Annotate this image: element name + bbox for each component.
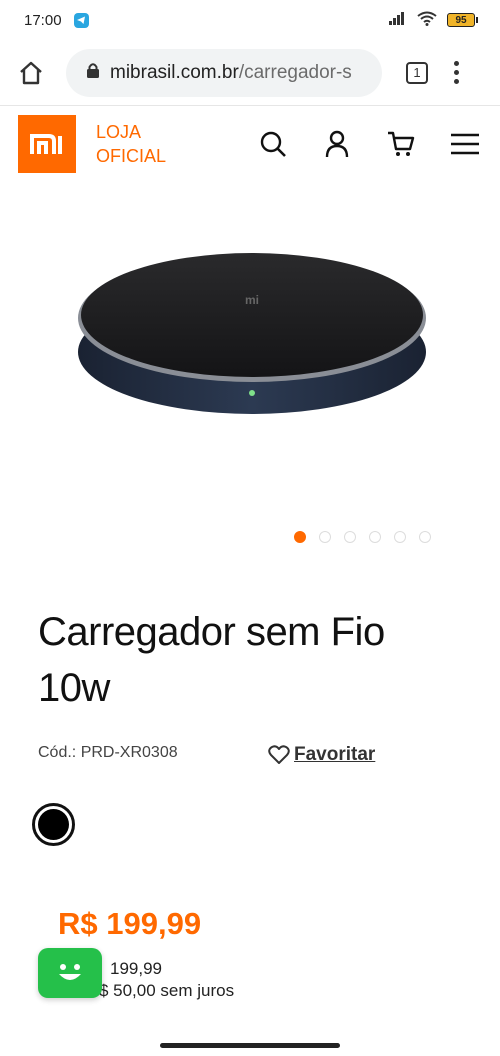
gallery-dot[interactable] — [419, 531, 431, 543]
user-icon[interactable] — [322, 129, 352, 159]
store-label: LOJA OFICIAL — [96, 122, 167, 166]
gallery-dots — [294, 531, 431, 543]
chat-face-icon — [59, 964, 81, 980]
status-time: 17:00 — [24, 11, 62, 29]
browser-menu-button[interactable] — [454, 61, 459, 84]
product-price: R$ 199,99 — [58, 906, 202, 941]
wifi-icon — [417, 11, 437, 30]
product-sku: Cód.: PRD-XR0308 — [38, 744, 178, 761]
chat-widget-button[interactable] — [38, 948, 102, 998]
mi-logo[interactable] — [18, 115, 76, 173]
status-icons: 95 — [389, 11, 478, 30]
browser-toolbar: mibrasil.com.br/carregador-s 1 — [0, 40, 500, 106]
gallery-dot[interactable] — [369, 531, 381, 543]
home-button[interactable] — [16, 58, 46, 88]
favorite-button[interactable]: Favoritar — [268, 744, 375, 766]
gallery-dot[interactable] — [344, 531, 356, 543]
color-option-black[interactable] — [32, 803, 75, 846]
hamburger-menu-icon[interactable] — [450, 129, 480, 159]
heart-icon — [268, 745, 290, 764]
telegram-notification-icon — [73, 12, 89, 28]
cart-icon[interactable] — [386, 129, 416, 159]
gallery-dot[interactable] — [294, 531, 306, 543]
search-icon[interactable] — [258, 129, 288, 159]
status-bar: 17:00 95 — [0, 0, 500, 40]
sku-row: Cód.: PRD-XR0308 — [38, 744, 458, 762]
product-image[interactable]: mi — [60, 220, 440, 430]
gesture-nav-bar[interactable] — [160, 1043, 340, 1048]
battery-icon: 95 — [447, 13, 478, 27]
header-actions — [258, 129, 482, 159]
tab-switcher-button[interactable]: 1 — [406, 61, 428, 84]
product-title: Carregador sem Fio 10w — [38, 610, 385, 710]
price-detail: 199,99 — [110, 959, 162, 978]
gallery-dot[interactable] — [319, 531, 331, 543]
signal-icon — [389, 11, 407, 29]
site-header: LOJA OFICIAL — [0, 106, 500, 182]
url-text: mibrasil.com.br/carregador-s — [110, 61, 352, 83]
favorite-label: Favoritar — [294, 744, 376, 765]
lock-icon — [86, 62, 100, 84]
home-icon — [20, 61, 42, 84]
gallery-dot[interactable] — [394, 531, 406, 543]
battery-level: 95 — [447, 13, 475, 27]
device-logo: mi — [245, 293, 259, 307]
address-bar[interactable]: mibrasil.com.br/carregador-s — [66, 48, 382, 97]
